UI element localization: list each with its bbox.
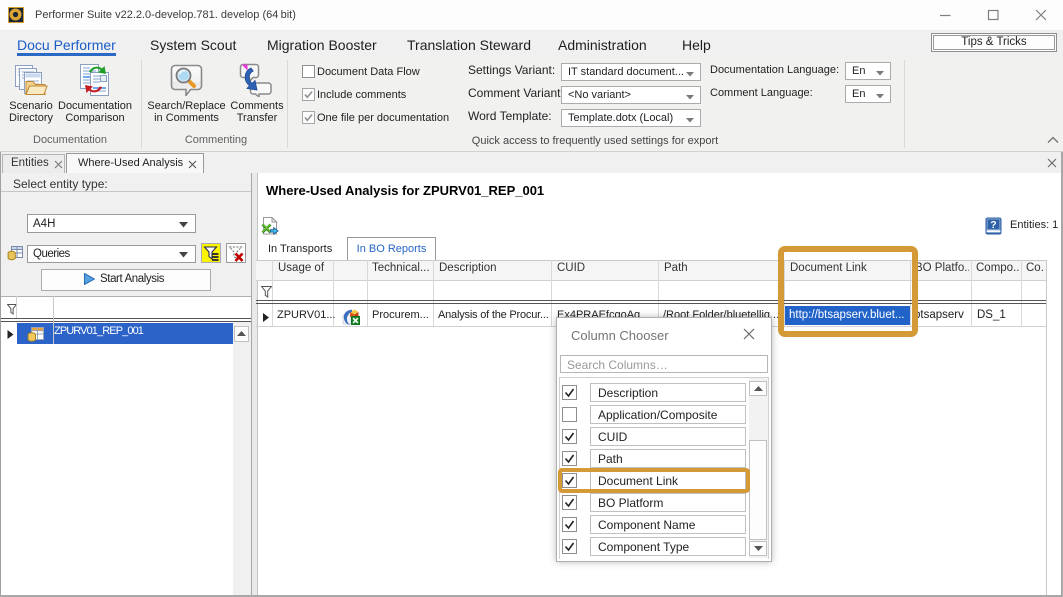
svg-text:?: ?	[990, 219, 996, 231]
